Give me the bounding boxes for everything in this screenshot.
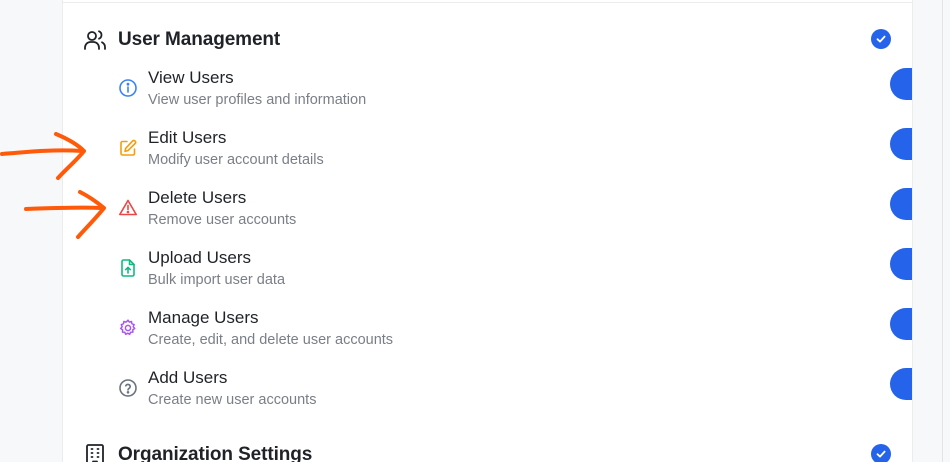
- section-header-organization-settings[interactable]: Organization Settings: [83, 440, 312, 462]
- permission-title: View Users: [148, 68, 234, 87]
- section-title: Organization Settings: [118, 444, 313, 462]
- toggle-delete-users[interactable]: [890, 188, 912, 220]
- annotation-arrow-icon: [24, 190, 106, 239]
- permission-row-add-users: Add Users Create new user accounts: [117, 368, 912, 418]
- divider: [63, 2, 912, 3]
- permission-row-delete-users: Delete Users Remove user accounts: [117, 188, 912, 238]
- file-upload-icon: [117, 257, 139, 279]
- building-icon: [83, 443, 107, 462]
- permission-description: Create new user accounts: [148, 392, 317, 408]
- check-icon: [876, 450, 886, 458]
- permission-title: Upload Users: [148, 248, 251, 267]
- edit-icon: [117, 137, 139, 159]
- warning-icon: [117, 197, 139, 219]
- toggle-add-users[interactable]: [890, 368, 912, 400]
- permission-row-upload-users: Upload Users Bulk import user data: [117, 248, 912, 298]
- section-checkbox[interactable]: [871, 444, 891, 462]
- section-title: User Management: [118, 29, 281, 50]
- permission-description: Modify user account details: [148, 152, 324, 168]
- permission-title: Delete Users: [148, 188, 247, 207]
- check-icon: [876, 35, 886, 43]
- toggle-view-users[interactable]: [890, 68, 912, 100]
- divider: [942, 0, 943, 462]
- permission-row-manage-users: Manage Users Create, edit, and delete us…: [117, 308, 912, 358]
- permission-title: Manage Users: [148, 308, 259, 327]
- permission-row-edit-users: Edit Users Modify user account details: [117, 128, 912, 178]
- info-icon: [117, 77, 139, 99]
- help-circle-icon: [117, 377, 139, 399]
- users-icon: [83, 28, 107, 52]
- gear-icon: [117, 317, 139, 339]
- annotation-arrow-icon: [0, 132, 86, 180]
- permissions-panel: User Management View Users View user pro…: [62, 0, 913, 462]
- permission-description: Create, edit, and delete user accounts: [148, 332, 394, 348]
- section-checkbox[interactable]: [871, 29, 891, 49]
- permission-description: View user profiles and information: [148, 92, 367, 108]
- toggle-manage-users[interactable]: [890, 308, 912, 340]
- permission-description: Remove user accounts: [148, 212, 297, 228]
- permission-title: Edit Users: [148, 128, 227, 147]
- permission-description: Bulk import user data: [148, 272, 286, 288]
- permission-row-view-users: View Users View user profiles and inform…: [117, 68, 912, 118]
- permission-title: Add Users: [148, 368, 228, 387]
- toggle-upload-users[interactable]: [890, 248, 912, 280]
- toggle-edit-users[interactable]: [890, 128, 912, 160]
- section-header-user-management[interactable]: User Management: [83, 25, 280, 55]
